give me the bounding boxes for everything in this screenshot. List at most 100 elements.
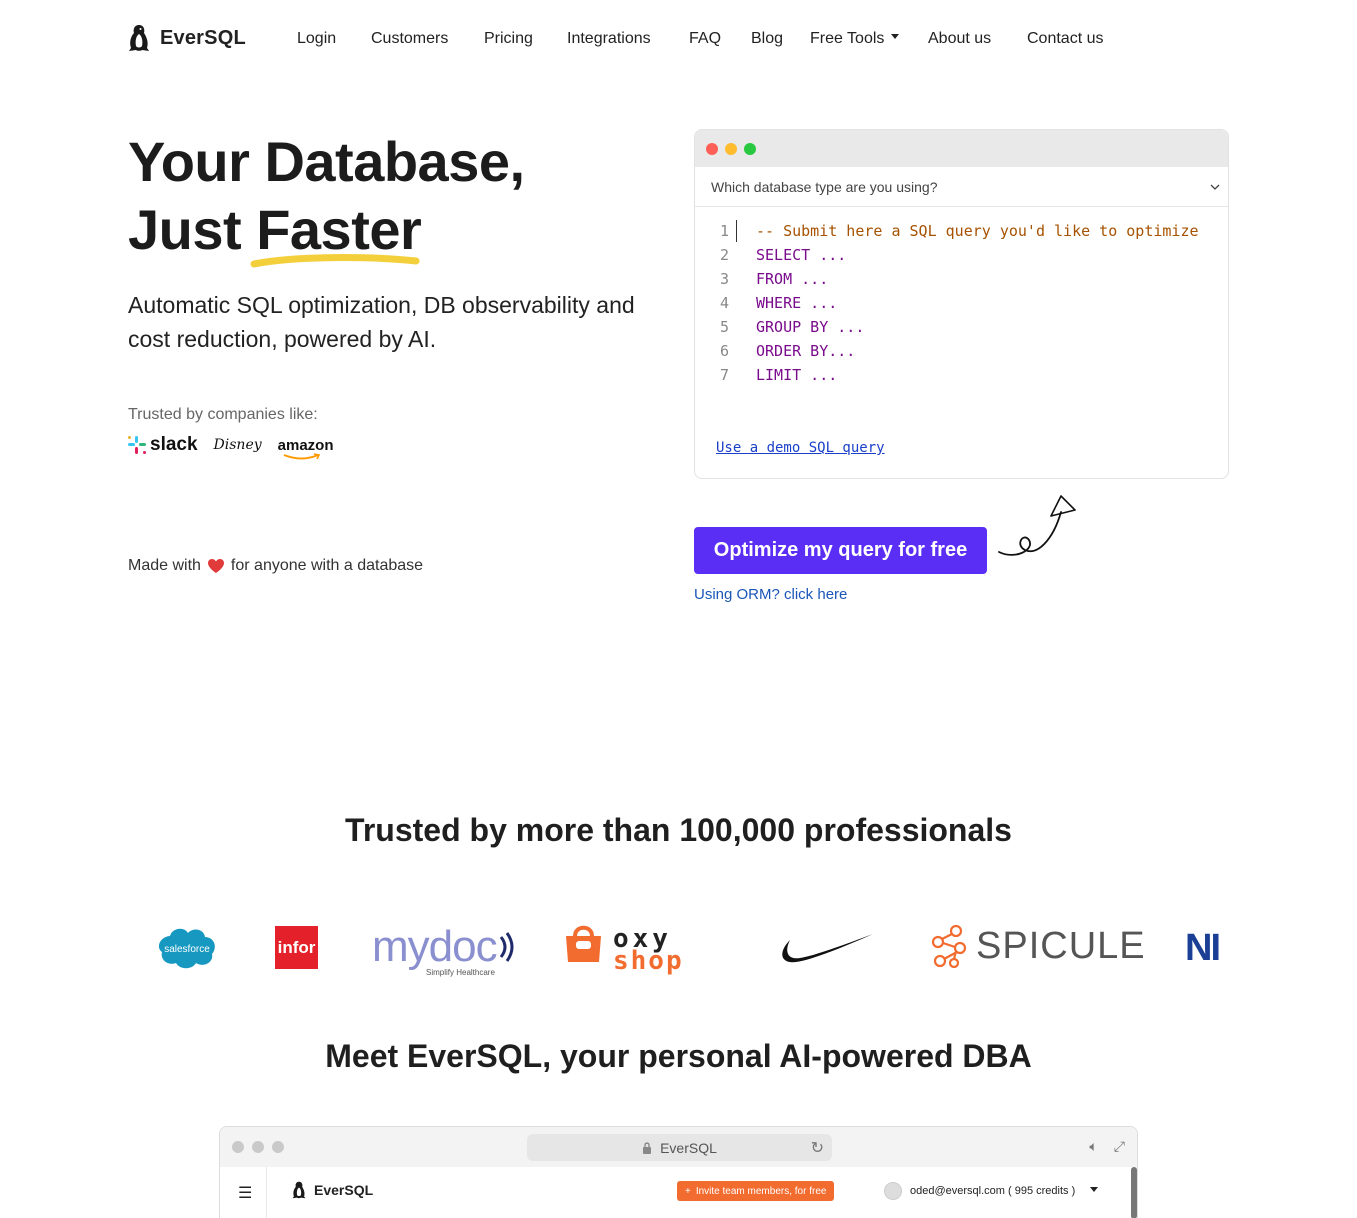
- line-number: 7: [719, 366, 729, 384]
- ni-wordmark: NI: [1185, 928, 1221, 968]
- top-navigation: EverSQL Login Customers Pricing Integrat…: [0, 0, 1357, 80]
- window-dot-icon: [272, 1141, 284, 1153]
- nav-contact[interactable]: Contact us: [1027, 30, 1103, 48]
- user-account-menu[interactable]: oded@eversql.com ( 995 credits ): [884, 1182, 1099, 1200]
- caret-down-icon: [1090, 1186, 1099, 1192]
- app-preview-browser: EverSQL ↻ 🔈︎ ⤢ ☰ EverSQL + Invite team m…: [219, 1126, 1138, 1218]
- database-type-placeholder: Which database type are you using?: [711, 178, 938, 195]
- code-line: 6 ORDER BY...: [695, 339, 1228, 363]
- invite-team-button[interactable]: + Invite team members, for free: [677, 1181, 835, 1201]
- hamburger-menu-icon[interactable]: ☰: [238, 1183, 252, 1203]
- address-bar: EverSQL ↻: [527, 1134, 832, 1161]
- avatar: [884, 1182, 902, 1200]
- slack-icon: [128, 436, 146, 454]
- maximize-dot-icon: [744, 142, 756, 155]
- mydoc-logo: mydoc Simplify Healthcare: [372, 922, 517, 977]
- nav-free-tools-dropdown[interactable]: Free Tools: [810, 30, 900, 48]
- use-demo-query-link[interactable]: Use a demo SQL query: [716, 440, 885, 456]
- penguin-icon: [129, 25, 149, 51]
- window-dot-icon: [232, 1141, 244, 1153]
- hero-subtitle: Automatic SQL optimization, DB observabi…: [128, 292, 635, 352]
- code-line: 4 WHERE ...: [695, 291, 1228, 315]
- signal-waves-icon: [499, 932, 514, 962]
- line-number: 3: [719, 270, 729, 288]
- nav-free-tools-label: Free Tools: [810, 30, 885, 47]
- brand-logo[interactable]: EverSQL: [128, 24, 246, 52]
- line-number: 5: [719, 318, 729, 336]
- amazon-wordmark: amazon: [277, 436, 334, 454]
- infor-logo: infor: [275, 926, 318, 969]
- line-number: 1: [719, 222, 729, 240]
- code-text: FROM ...: [756, 270, 829, 288]
- shop-wordmark: shop: [613, 946, 684, 976]
- speaker-icon: 🔈︎: [1089, 1138, 1098, 1154]
- chevron-down-icon: [1210, 184, 1220, 190]
- hero-title-line-1: Your Database,: [128, 130, 525, 193]
- code-line: 7 LIMIT ...: [695, 363, 1228, 387]
- plus-icon: +: [685, 1185, 691, 1197]
- editor-titlebar: [695, 130, 1228, 167]
- infor-wordmark: infor: [278, 938, 316, 957]
- code-text: WHERE ...: [756, 294, 838, 312]
- meet-eversql-heading: Meet EverSQL, your personal AI-powered D…: [325, 1038, 1032, 1074]
- amazon-smile-icon: [283, 452, 320, 459]
- lock-icon: [643, 1141, 652, 1154]
- slack-wordmark: slack: [150, 434, 198, 455]
- disney-logo: Disney: [213, 437, 262, 453]
- trusted-heading: Trusted by more than 100,000 professiona…: [345, 812, 1012, 848]
- nav-customers[interactable]: Customers: [371, 30, 448, 48]
- slack-logo: slack: [128, 434, 198, 456]
- trusted-by-label: Trusted by companies like:: [128, 406, 318, 423]
- hand-drawn-arrow-icon: [998, 495, 1076, 556]
- code-text: LIMIT ...: [756, 366, 838, 384]
- nike-swoosh-icon: nike: [782, 934, 873, 963]
- hero-title: Your Database, Just Faster: [128, 128, 525, 264]
- app-brand: EverSQL: [292, 1181, 373, 1199]
- code-line: 1 -- Submit here a SQL query you'd like t…: [695, 219, 1228, 243]
- sql-editor-window: Which database type are you using? 1 -- S…: [694, 129, 1229, 479]
- mydoc-wordmark: mydoc: [372, 922, 498, 971]
- address-url: EverSQL: [660, 1139, 717, 1156]
- made-with-suffix: for anyone with a database: [230, 557, 424, 574]
- salesforce-wordmark: salesforce: [164, 944, 210, 955]
- ni-logo: NI: [1185, 928, 1235, 968]
- infor-box-icon: infor: [275, 926, 318, 969]
- highlight-underline: [250, 254, 420, 268]
- caret-down-icon: [891, 34, 900, 40]
- customer-logo-carousel: salesforce infor mydoc Simplify Healthca…: [0, 910, 1357, 990]
- sql-query-textarea[interactable]: 1 -- Submit here a SQL query you'd like t…: [695, 207, 1228, 387]
- app-header: ☰ EverSQL + Invite team members, for fre…: [220, 1167, 1137, 1218]
- heart-icon: [207, 559, 224, 573]
- code-text: -- Submit here a SQL query you'd like to…: [756, 222, 1199, 240]
- nav-blog[interactable]: Blog: [751, 30, 783, 48]
- made-with-tagline: Made with for anyone with a database: [128, 557, 423, 575]
- app-brand-name: EverSQL: [314, 1182, 374, 1198]
- code-text: GROUP BY ...: [756, 318, 865, 336]
- user-email-credits: oded@eversql.com ( 995 credits ): [910, 1185, 1076, 1197]
- orm-click-here-link[interactable]: Using ORM? click here: [694, 586, 847, 603]
- molecule-icon: [931, 924, 967, 968]
- spicule-wordmark: SPICULE: [976, 924, 1146, 967]
- invite-label: Invite team members, for free: [695, 1185, 827, 1197]
- amazon-logo: amazon: [277, 436, 334, 459]
- text-cursor: [736, 220, 737, 242]
- code-line: 3 FROM ...: [695, 267, 1228, 291]
- code-line: 5 GROUP BY ...: [695, 315, 1228, 339]
- nav-integrations[interactable]: Integrations: [567, 30, 651, 48]
- nav-faq[interactable]: FAQ: [689, 30, 721, 48]
- made-with-prefix: Made with: [128, 557, 201, 574]
- database-type-select[interactable]: Which database type are you using?: [695, 167, 1228, 207]
- nav-pricing[interactable]: Pricing: [484, 30, 533, 48]
- company-logos: slack Disney amazon: [128, 434, 334, 459]
- code-text: SELECT ...: [756, 246, 847, 264]
- nav-about[interactable]: About us: [928, 30, 991, 48]
- line-number: 4: [719, 294, 729, 312]
- mydoc-tagline: Simplify Healthcare: [426, 968, 495, 977]
- close-dot-icon: [706, 142, 718, 155]
- nav-login[interactable]: Login: [297, 30, 336, 48]
- spicule-logo: SPICULE: [930, 924, 1146, 968]
- scrollbar[interactable]: [1131, 1167, 1137, 1218]
- code-line: 2 SELECT ...: [695, 243, 1228, 267]
- optimize-query-button[interactable]: Optimize my query for free: [694, 527, 987, 574]
- browser-titlebar: EverSQL ↻ 🔈︎ ⤢: [220, 1127, 1137, 1167]
